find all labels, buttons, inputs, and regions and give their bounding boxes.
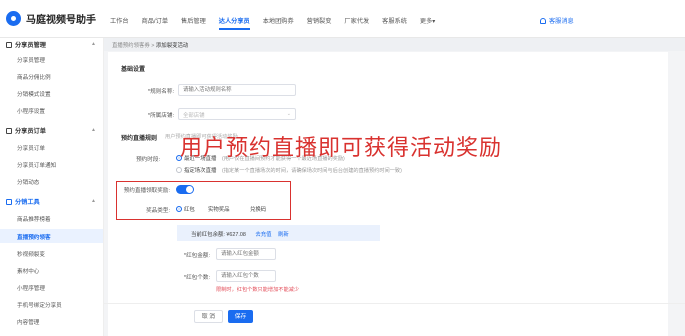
radio-selected-icon (176, 206, 182, 212)
sidebar-active-highlight (0, 229, 103, 243)
nav-customer-service[interactable]: 客服系统 (382, 16, 407, 25)
people-icon (6, 41, 12, 48)
prize-type-label: 奖品类型: (146, 208, 170, 214)
reward-toggle[interactable] (176, 185, 194, 194)
nav-dropship[interactable]: 厂家代发 (344, 16, 369, 25)
prize-type-code[interactable]: 兑换码 (250, 205, 266, 213)
nav-workbench[interactable]: 工作台 (110, 16, 129, 25)
main-nav: 工作台 商品/订单 售后管理 达人分享员 本地团购券 营销裂变 厂家代发 客服系… (110, 16, 448, 30)
breadcrumb-parent[interactable]: 直播预约领客券 (112, 43, 150, 49)
sidebar-item-distribution-feed[interactable]: 分销动态 (17, 178, 39, 186)
chevron-down-icon: ⌄ (286, 111, 291, 117)
sidebar-item-phone-bind[interactable]: 手机号绑定分享员 (17, 301, 62, 309)
service-messages-link[interactable]: 客服消息 (540, 16, 574, 25)
chevron-up-icon: ▲ (91, 127, 96, 133)
footer-divider (104, 303, 685, 304)
store-label: *所属店铺: (147, 113, 174, 119)
redpacket-balance-bar: 当前红包余额: ¥627.08 去充值 刷新 (177, 225, 380, 241)
count-input[interactable] (216, 270, 276, 282)
sidebar-item-distribution-mode[interactable]: 分销模式设置 (17, 90, 51, 98)
sidebar-item-sharer-orders[interactable]: 分享员订单 (17, 144, 45, 152)
sidebar-section-label: 分享员订单 (15, 128, 46, 135)
sidebar-section-label: 分销工具 (15, 199, 40, 206)
sidebar-section-sharer-orders[interactable]: 分享员订单 ▲ (6, 126, 96, 135)
prize-type-physical-label: 实物奖品 (208, 207, 230, 213)
count-label: *红包个数: (183, 275, 210, 281)
breadcrumb: 直播预约领客券 > 添加裂变活动 (112, 41, 188, 49)
orders-icon (6, 127, 12, 134)
amount-label: *红包金额: (183, 253, 210, 259)
sidebar-section-label: 分享员管理 (15, 42, 46, 49)
sidebar-item-miniprogram-settings[interactable]: 小程序设置 (17, 107, 45, 115)
breadcrumb-bar (104, 38, 685, 51)
refresh-link[interactable]: 刷新 (278, 232, 289, 238)
store-select[interactable]: 全部店铺 ⌄ (178, 108, 296, 120)
annotation-overlay-text: 用户预约直播即可获得活动奖励 (180, 136, 503, 161)
save-button[interactable]: 保存 (228, 310, 253, 323)
nav-aftersale[interactable]: 售后管理 (181, 16, 206, 25)
prize-type-physical[interactable]: 实物奖品 (208, 205, 230, 213)
amount-input[interactable] (216, 248, 276, 260)
breadcrumb-separator: > (151, 43, 155, 49)
nav-sharer[interactable]: 达人分享员 (218, 16, 250, 30)
chevron-up-icon: ▲ (91, 41, 96, 47)
bell-icon (540, 17, 546, 24)
reward-toggle-label: 预约直播领取奖励: (123, 188, 170, 194)
cancel-button[interactable]: 取 消 (194, 310, 223, 323)
balance-text: 当前红包余额: ¥627.08 (191, 232, 246, 238)
prize-type-redpacket[interactable]: 红包 (176, 205, 195, 213)
sidebar-item-content-mgmt[interactable]: 内容管理 (17, 318, 39, 326)
service-messages-label: 客服消息 (549, 18, 574, 25)
prize-type-code-label: 兑换码 (250, 207, 267, 213)
radio-unselected-icon (176, 167, 182, 173)
logo-icon (6, 11, 21, 26)
sidebar-section-tools[interactable]: 分销工具 ▲ (6, 197, 96, 206)
period-option-specific-label: 指定场次直播 (184, 168, 217, 174)
sidebar-item-order-notify[interactable]: 分享员订单通知 (17, 161, 56, 169)
rule-name-input[interactable] (178, 84, 296, 96)
nav-more[interactable]: 更多▾ (420, 16, 435, 25)
breadcrumb-current: 添加裂变活动 (155, 43, 189, 49)
store-select-value: 全部店铺 (183, 113, 205, 119)
app-logo[interactable]: 马庭视频号助手 (6, 11, 96, 26)
sidebar-item-miniprogram-mgmt[interactable]: 小程序管理 (17, 284, 45, 292)
rule-name-label: *规则名称: (147, 89, 174, 95)
nav-marketing[interactable]: 营销裂变 (307, 16, 332, 25)
app-name: 马庭视频号助手 (26, 15, 96, 26)
nav-local-coupon[interactable]: 本地团购券 (263, 16, 294, 25)
sidebar-item-commission[interactable]: 商品分佣比例 (17, 73, 51, 81)
period-option-specific-desc: (指定某一个直播场次的时间，请确保场次时间与后台创建的直播预约时间一致) (222, 168, 402, 174)
period-label: 预约时段: (136, 157, 160, 163)
sidebar-item-material-center[interactable]: 素材中心 (17, 267, 39, 275)
basic-settings-title: 基础设置 (121, 67, 146, 73)
sidebar-section-sharer-mgmt[interactable]: 分享员管理 ▲ (6, 40, 96, 49)
recharge-link[interactable]: 去充值 (255, 232, 271, 238)
count-error-message: 限制时，红包个数只能增加不能减少 (216, 287, 300, 293)
sidebar-item-live-reserve[interactable]: 直播预约领客 (17, 233, 51, 241)
reserve-rule-title: 预约直播规则 (121, 136, 158, 142)
nav-goods-orders[interactable]: 商品/订单 (142, 16, 168, 25)
tools-icon (6, 198, 12, 205)
sidebar-item-video-fission[interactable]: 秒视频裂变 (17, 250, 45, 258)
chevron-up-icon: ▲ (91, 198, 96, 204)
prize-type-redpacket-label: 红包 (184, 207, 195, 213)
period-option-specific[interactable]: 指定场次直播 (176, 166, 216, 174)
sidebar: 分享员管理 ▲ 分享员管理 商品分佣比例 分销模式设置 小程序设置 分享员订单 … (0, 38, 104, 336)
sidebar-item-recommend-list[interactable]: 商品推荐榜着 (17, 215, 51, 223)
sidebar-item-sharer-mgmt[interactable]: 分享员管理 (17, 56, 45, 64)
top-bar: 马庭视频号助手 工作台 商品/订单 售后管理 达人分享员 本地团购券 营销裂变 … (0, 0, 685, 38)
